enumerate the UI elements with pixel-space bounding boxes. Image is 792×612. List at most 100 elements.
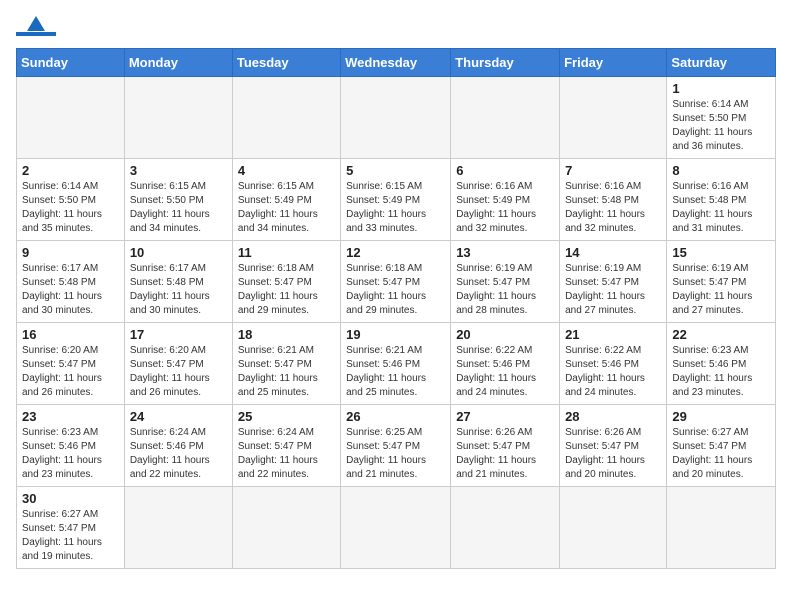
week-row-4: 23 Sunrise: 6:23 AM Sunset: 5:46 PM Dayli… [17, 405, 776, 487]
day-number: 20 [456, 327, 554, 342]
day-number: 6 [456, 163, 554, 178]
day-number: 14 [565, 245, 661, 260]
calendar-cell: 8Sunrise: 6:16 AM Sunset: 5:48 PM Daylig… [667, 159, 776, 241]
day-info: Sunrise: 6:20 AM Sunset: 5:47 PM Dayligh… [22, 344, 119, 400]
calendar-cell [232, 77, 340, 159]
calendar-cell: 14 Sunrise: 6:19 AM Sunset: 5:47 PM Dayli… [560, 241, 667, 323]
day-number: 29 [672, 409, 770, 424]
week-row-2: 9 Sunrise: 6:17 AM Sunset: 5:48 PM Daylig… [17, 241, 776, 323]
day-number: 2 [22, 163, 119, 178]
day-info: Sunrise: 6:22 AM Sunset: 5:46 PM Dayligh… [456, 344, 554, 400]
calendar-cell: 20 Sunrise: 6:22 AM Sunset: 5:46 PM Dayli… [451, 323, 560, 405]
calendar-cell: 25 Sunrise: 6:24 AM Sunset: 5:47 PM Dayli… [232, 405, 340, 487]
calendar-cell: 13 Sunrise: 6:19 AM Sunset: 5:47 PM Dayli… [451, 241, 560, 323]
logo-wrapper [16, 16, 60, 36]
day-info: Sunrise: 6:18 AM Sunset: 5:47 PM Dayligh… [238, 262, 335, 318]
day-number: 30 [22, 491, 119, 506]
day-info: Sunrise: 6:23 AM Sunset: 5:46 PM Dayligh… [22, 426, 119, 482]
calendar-cell: 5Sunrise: 6:15 AM Sunset: 5:49 PM Daylig… [341, 159, 451, 241]
calendar-cell [560, 487, 667, 569]
calendar-cell: 1Sunrise: 6:14 AM Sunset: 5:50 PM Daylig… [667, 77, 776, 159]
calendar-cell [451, 487, 560, 569]
day-info: Sunrise: 6:21 AM Sunset: 5:47 PM Dayligh… [238, 344, 335, 400]
calendar-cell: 30 Sunrise: 6:27 AM Sunset: 5:47 PM Dayli… [17, 487, 125, 569]
day-info: Sunrise: 6:24 AM Sunset: 5:46 PM Dayligh… [130, 426, 227, 482]
calendar-table: SundayMondayTuesdayWednesdayThursdayFrid… [16, 48, 776, 569]
weekday-header-sunday: Sunday [17, 49, 125, 77]
calendar-header: SundayMondayTuesdayWednesdayThursdayFrid… [17, 49, 776, 77]
day-info: Sunrise: 6:16 AM Sunset: 5:49 PM Dayligh… [456, 180, 554, 236]
day-info: Sunrise: 6:15 AM Sunset: 5:49 PM Dayligh… [346, 180, 445, 236]
week-row-3: 16 Sunrise: 6:20 AM Sunset: 5:47 PM Dayli… [17, 323, 776, 405]
header [16, 16, 776, 36]
day-number: 4 [238, 163, 335, 178]
day-number: 9 [22, 245, 119, 260]
day-number: 25 [238, 409, 335, 424]
day-info: Sunrise: 6:19 AM Sunset: 5:47 PM Dayligh… [456, 262, 554, 318]
calendar-cell [560, 77, 667, 159]
calendar-cell: 6 Sunrise: 6:16 AM Sunset: 5:49 PM Daylig… [451, 159, 560, 241]
logo-bar-icon [16, 32, 56, 36]
day-number: 13 [456, 245, 554, 260]
day-number: 27 [456, 409, 554, 424]
logo-area [16, 16, 60, 36]
calendar-cell: 28Sunrise: 6:26 AM Sunset: 5:47 PM Dayli… [560, 405, 667, 487]
calendar-cell: 16 Sunrise: 6:20 AM Sunset: 5:47 PM Dayli… [17, 323, 125, 405]
calendar-cell [341, 77, 451, 159]
calendar-cell [17, 77, 125, 159]
day-number: 1 [672, 81, 770, 96]
calendar-cell: 11 Sunrise: 6:18 AM Sunset: 5:47 PM Dayli… [232, 241, 340, 323]
day-info: Sunrise: 6:15 AM Sunset: 5:49 PM Dayligh… [238, 180, 335, 236]
day-number: 15 [672, 245, 770, 260]
day-number: 16 [22, 327, 119, 342]
calendar-cell: 21Sunrise: 6:22 AM Sunset: 5:46 PM Dayli… [560, 323, 667, 405]
day-number: 24 [130, 409, 227, 424]
calendar-cell: 27 Sunrise: 6:26 AM Sunset: 5:47 PM Dayli… [451, 405, 560, 487]
calendar-cell: 2Sunrise: 6:14 AM Sunset: 5:50 PM Daylig… [17, 159, 125, 241]
weekday-header-wednesday: Wednesday [341, 49, 451, 77]
day-info: Sunrise: 6:15 AM Sunset: 5:50 PM Dayligh… [130, 180, 227, 236]
day-number: 7 [565, 163, 661, 178]
day-number: 12 [346, 245, 445, 260]
day-info: Sunrise: 6:27 AM Sunset: 5:47 PM Dayligh… [22, 508, 119, 564]
day-number: 18 [238, 327, 335, 342]
day-info: Sunrise: 6:24 AM Sunset: 5:47 PM Dayligh… [238, 426, 335, 482]
day-info: Sunrise: 6:16 AM Sunset: 5:48 PM Dayligh… [672, 180, 770, 236]
day-number: 26 [346, 409, 445, 424]
day-info: Sunrise: 6:27 AM Sunset: 5:47 PM Dayligh… [672, 426, 770, 482]
calendar-cell: 4 Sunrise: 6:15 AM Sunset: 5:49 PM Daylig… [232, 159, 340, 241]
calendar-cell [232, 487, 340, 569]
day-info: Sunrise: 6:26 AM Sunset: 5:47 PM Dayligh… [456, 426, 554, 482]
week-row-0: 1Sunrise: 6:14 AM Sunset: 5:50 PM Daylig… [17, 77, 776, 159]
calendar-cell: 23 Sunrise: 6:23 AM Sunset: 5:46 PM Dayli… [17, 405, 125, 487]
day-info: Sunrise: 6:22 AM Sunset: 5:46 PM Dayligh… [565, 344, 661, 400]
day-number: 11 [238, 245, 335, 260]
logo-triangle-icon [27, 16, 45, 31]
calendar-cell: 9Sunrise: 6:17 AM Sunset: 5:48 PM Daylig… [17, 241, 125, 323]
week-row-1: 2Sunrise: 6:14 AM Sunset: 5:50 PM Daylig… [17, 159, 776, 241]
calendar-cell: 12 Sunrise: 6:18 AM Sunset: 5:47 PM Dayli… [341, 241, 451, 323]
calendar-cell: 10 Sunrise: 6:17 AM Sunset: 5:48 PM Dayli… [124, 241, 232, 323]
weekday-header-friday: Friday [560, 49, 667, 77]
day-number: 23 [22, 409, 119, 424]
day-info: Sunrise: 6:17 AM Sunset: 5:48 PM Dayligh… [130, 262, 227, 318]
day-info: Sunrise: 6:20 AM Sunset: 5:47 PM Dayligh… [130, 344, 227, 400]
day-info: Sunrise: 6:19 AM Sunset: 5:47 PM Dayligh… [565, 262, 661, 318]
weekday-header-saturday: Saturday [667, 49, 776, 77]
day-number: 28 [565, 409, 661, 424]
day-number: 3 [130, 163, 227, 178]
calendar-cell: 26 Sunrise: 6:25 AM Sunset: 5:47 PM Dayli… [341, 405, 451, 487]
day-number: 10 [130, 245, 227, 260]
calendar-cell: 7Sunrise: 6:16 AM Sunset: 5:48 PM Daylig… [560, 159, 667, 241]
weekday-header-row: SundayMondayTuesdayWednesdayThursdayFrid… [17, 49, 776, 77]
day-number: 22 [672, 327, 770, 342]
day-info: Sunrise: 6:25 AM Sunset: 5:47 PM Dayligh… [346, 426, 445, 482]
weekday-header-thursday: Thursday [451, 49, 560, 77]
logo-icon [16, 16, 56, 36]
day-info: Sunrise: 6:19 AM Sunset: 5:47 PM Dayligh… [672, 262, 770, 318]
calendar-cell [124, 77, 232, 159]
day-info: Sunrise: 6:18 AM Sunset: 5:47 PM Dayligh… [346, 262, 445, 318]
calendar-cell [667, 487, 776, 569]
calendar-cell [451, 77, 560, 159]
calendar-cell: 19Sunrise: 6:21 AM Sunset: 5:46 PM Dayli… [341, 323, 451, 405]
